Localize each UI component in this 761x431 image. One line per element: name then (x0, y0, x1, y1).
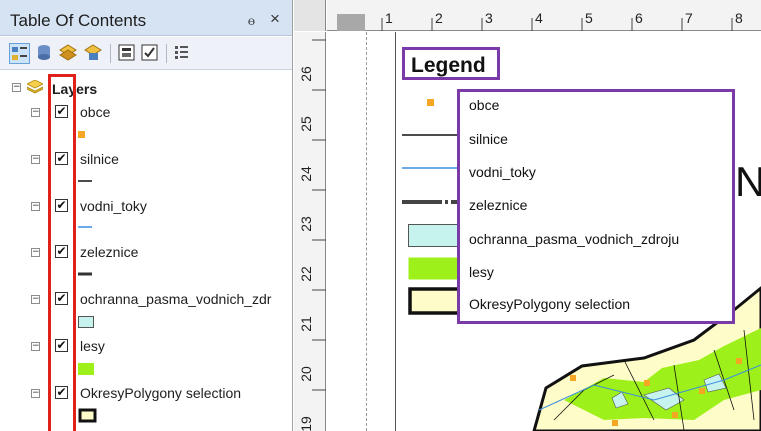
layer-expander[interactable]: − (31, 155, 40, 164)
ruler-tick-label: 1 (385, 10, 393, 26)
close-icon[interactable]: × (270, 9, 280, 29)
legend-item-label: lesy (469, 264, 494, 280)
layer-tree: − Layers − ✔ obce − ✔ silnice − ✔ vodni_… (0, 72, 292, 431)
layer-label[interactable]: vodni_toky (80, 198, 147, 214)
map-frame-border (395, 32, 396, 431)
layer-expander[interactable]: − (31, 202, 40, 211)
ruler-tick-label: 3 (485, 10, 493, 26)
checkbox-column-highlight (48, 74, 76, 431)
legend-item-label: obce (469, 97, 500, 113)
page-margin-guide (366, 32, 367, 431)
ruler-tick-label: 19 (298, 416, 314, 431)
ruler-tick-label: 23 (298, 216, 314, 232)
line-symbol-icon[interactable] (78, 224, 96, 230)
legend-item-label: zeleznice (469, 197, 528, 213)
layer-label[interactable]: lesy (80, 338, 105, 354)
toc-title: Table Of Contents (10, 11, 147, 30)
toc-toolbar (0, 37, 292, 70)
polygon-symbol-icon[interactable] (78, 316, 96, 330)
pin-icon[interactable]: ⲑ (248, 12, 255, 29)
layer-label[interactable]: OkresyPolygony selection (80, 385, 241, 401)
layer-expander[interactable]: − (31, 342, 40, 351)
ruler-tick-label: 25 (298, 116, 314, 132)
layer-expander[interactable]: − (31, 389, 40, 398)
ruler-corner (294, 0, 326, 31)
layer-label[interactable]: zeleznice (80, 244, 138, 260)
layers-icon (27, 80, 43, 94)
legend-patch-railway (402, 200, 462, 204)
list-by-visibility-icon[interactable] (59, 43, 80, 64)
layer-label[interactable]: ochranna_pasma_vodnich_zdr (80, 291, 271, 307)
collapse-layers-toggle[interactable]: − (12, 83, 21, 92)
legend-patch-line (402, 134, 462, 136)
legend-patch-water-line (402, 167, 462, 169)
legend-patch-green-polygon (408, 257, 461, 280)
railway-symbol-icon[interactable] (78, 271, 96, 277)
layout-view: 1 2 3 4 5 6 7 8 26 25 24 23 22 21 20 19 (294, 0, 761, 431)
legend-item-label: silnice (469, 131, 508, 147)
point-symbol-icon[interactable] (78, 131, 88, 141)
horizontal-ruler: 1 2 3 4 5 6 7 8 (327, 0, 761, 31)
table-of-contents-panel: Table Of Contents ⲑ × − Layers − ✔ obce … (0, 0, 293, 431)
list-icon[interactable] (172, 43, 193, 64)
ruler-tick-label: 6 (635, 10, 643, 26)
ruler-tick-label: 21 (298, 316, 314, 332)
list-by-source-icon[interactable] (35, 43, 56, 64)
layer-label[interactable]: silnice (80, 151, 119, 167)
ruler-tick-label: 8 (735, 10, 743, 26)
options-icon[interactable] (117, 43, 138, 64)
layer-expander[interactable]: − (31, 108, 40, 117)
legend-item-label: ochranna_pasma_vodnich_zdroju (469, 231, 680, 247)
layer-expander[interactable]: − (31, 295, 40, 304)
layer-expander[interactable]: − (31, 248, 40, 257)
legend-patch-cyan-polygon (408, 224, 461, 247)
legend-item-label: vodni_toky (469, 164, 536, 180)
list-by-selection-icon[interactable] (84, 43, 105, 64)
ruler-tick-label: 2 (435, 10, 443, 26)
toc-title-bar: Table Of Contents ⲑ × (0, 0, 292, 36)
line-symbol-icon[interactable] (78, 178, 96, 184)
polygon-symbol-icon[interactable] (78, 363, 96, 377)
map-title-fragment: N (735, 158, 761, 205)
legend-patch-point (427, 99, 434, 106)
toggle-icon[interactable] (140, 43, 161, 64)
ruler-tick-label: 24 (298, 166, 314, 182)
list-by-drawing-order-icon[interactable] (9, 43, 30, 64)
legend-title: Legend (411, 54, 486, 77)
legend-title-highlight: Legend (402, 47, 500, 80)
legend-patch-yellow-polygon (408, 287, 462, 315)
polygon-symbol-icon[interactable] (78, 408, 98, 424)
ruler-tick-label: 26 (298, 66, 314, 82)
toolbar-separator (166, 44, 167, 63)
ruler-tick-label: 7 (685, 10, 693, 26)
ruler-tick-label: 22 (298, 266, 314, 282)
ruler-tick-label: 20 (298, 366, 314, 382)
layer-label[interactable]: obce (80, 104, 110, 120)
vertical-ruler: 26 25 24 23 22 21 20 19 (294, 32, 326, 431)
toolbar-separator (110, 44, 111, 63)
legend-item-label: OkresyPolygony selection (469, 296, 631, 312)
ruler-tick-label: 4 (535, 10, 543, 26)
legend-labels-highlight: obce silnice vodni_toky zeleznice ochran… (457, 89, 735, 324)
ruler-tick-label: 5 (585, 10, 593, 26)
